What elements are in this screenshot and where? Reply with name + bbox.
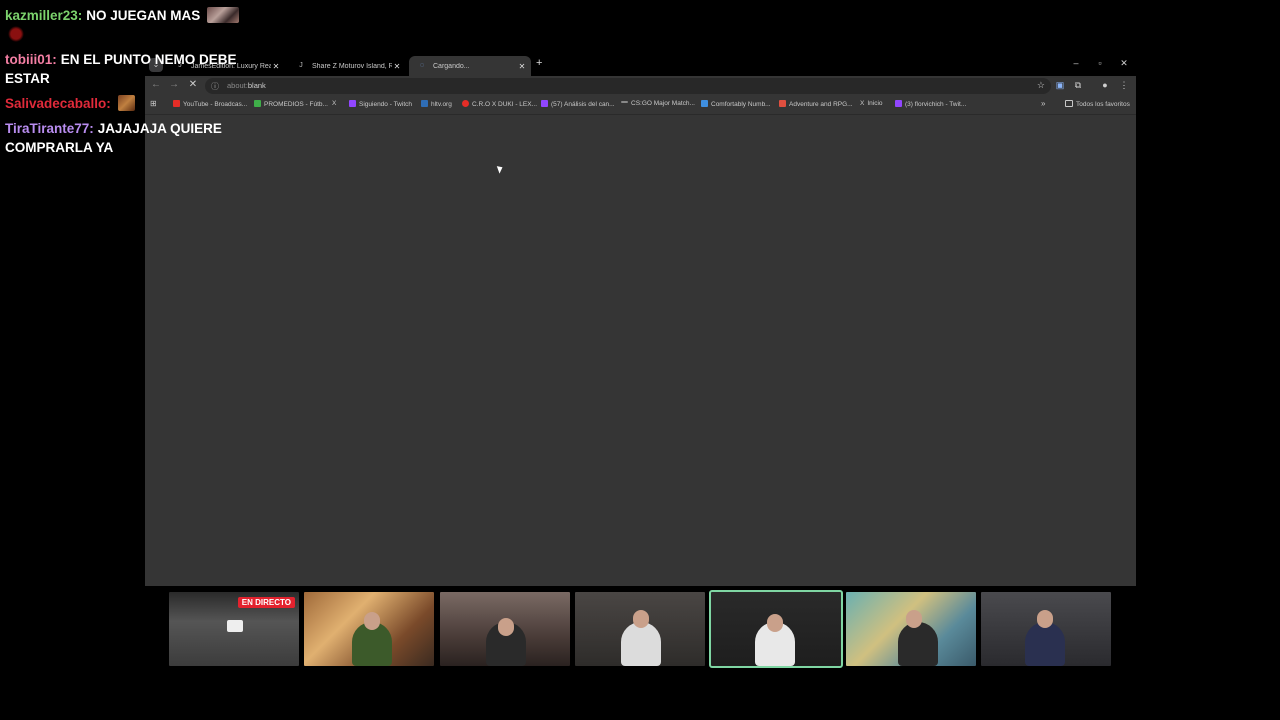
game-icon xyxy=(779,100,786,107)
bookmark-x[interactable]: X xyxy=(332,100,336,107)
bookmark-analisis[interactable]: (57) Análisis del can... xyxy=(541,100,615,108)
meme-emote-icon xyxy=(117,95,135,111)
close-tab-icon[interactable]: ✕ xyxy=(517,62,527,71)
csgo-icon xyxy=(621,101,628,103)
stream-thumbnail[interactable] xyxy=(846,592,976,666)
chat-overlay: kazmiller23: NO JUEGAN MAS tobiii01: EN EL… xyxy=(5,6,245,163)
close-window-icon[interactable]: ✕ xyxy=(1118,58,1130,69)
x-logo-icon: X xyxy=(860,100,865,107)
chat-username: Salivadecaballo: xyxy=(5,96,111,111)
chat-username: tobiii01: xyxy=(5,52,57,67)
stream-thumbnail-active[interactable] xyxy=(709,590,843,668)
meme-emote-icon xyxy=(207,7,240,23)
maximize-icon[interactable]: ▫ xyxy=(1094,58,1106,68)
stream-thumbnails: EN DIRECTO xyxy=(169,590,1114,668)
browser-window: ⌄ J JamesEdition: Luxury Real Estat ✕ J … xyxy=(145,54,1136,586)
bookmark-hltv[interactable]: hltv.org xyxy=(421,100,452,108)
streamer-head xyxy=(633,610,649,628)
stream-thumbnail[interactable] xyxy=(981,592,1111,666)
close-tab-icon[interactable]: ✕ xyxy=(392,62,402,71)
browser-toolbar: ← → ✕ ⓘ about:blank ☆ ▣ ⧉ ● ⋮ xyxy=(145,76,1136,96)
close-tab-icon[interactable]: ✕ xyxy=(271,62,281,71)
address-bar[interactable]: ⓘ about:blank ☆ xyxy=(205,78,1051,94)
tab-strip: ⌄ J JamesEdition: Luxury Real Estat ✕ J … xyxy=(145,54,1136,76)
stream-thumbnail[interactable] xyxy=(575,592,705,666)
chat-message: TiraTirante77: JAJAJAJA QUIERE COMPRARLA … xyxy=(5,119,245,157)
music-icon xyxy=(701,100,708,107)
twitch-icon xyxy=(895,100,902,107)
bookmark-star-icon[interactable]: ☆ xyxy=(1037,80,1045,91)
stream-thumbnail[interactable] xyxy=(440,592,570,666)
extension-icon[interactable]: ▣ xyxy=(1054,80,1066,91)
new-tab-button[interactable]: + xyxy=(536,57,542,69)
tab-loading[interactable]: ◌ Cargando... ✕ xyxy=(409,56,531,76)
x-logo-icon: X xyxy=(332,100,337,107)
streamer-avatar xyxy=(621,622,661,666)
minimize-icon[interactable]: – xyxy=(1070,58,1082,68)
bookmark-adventure-rpg[interactable]: Adventure and RPG... xyxy=(779,100,853,108)
stream-thumbnail[interactable] xyxy=(304,592,434,666)
chat-message: Salivadecaballo: xyxy=(5,94,245,113)
streamer-head xyxy=(498,618,514,636)
bookmarks-bar: ⊞ YouTube - Broadcas... PROMEDIOS - Fútb… xyxy=(145,96,1136,115)
profile-avatar-icon[interactable]: ● xyxy=(1099,80,1111,90)
bookmark-cro-duki[interactable]: C.R.O X DUKI - LEX... xyxy=(462,100,537,108)
streamer-avatar xyxy=(1025,622,1065,666)
spinner-icon: ◌ xyxy=(419,62,425,69)
tab-title: Share Z Moturov Island, Russell xyxy=(312,62,392,70)
all-bookmarks-folder[interactable]: Todos los favoritos xyxy=(1065,100,1130,108)
twitch-icon xyxy=(349,100,356,107)
play-icon xyxy=(227,620,243,632)
menu-kebab-icon[interactable]: ⋮ xyxy=(1118,80,1130,91)
bookmark-comfortably-numb[interactable]: Comfortably Numb... xyxy=(701,100,771,108)
extensions-puzzle-icon[interactable]: ⧉ xyxy=(1072,80,1084,91)
hltv-icon xyxy=(421,100,428,107)
bookmark-siguiendo-twitch[interactable]: Siguiendo - Twitch xyxy=(349,100,412,108)
stream-thumbnail[interactable]: EN DIRECTO xyxy=(169,592,299,666)
streamer-head xyxy=(1037,610,1053,628)
more-bookmarks-icon[interactable]: » xyxy=(1041,99,1045,108)
bookmark-csgo-major[interactable]: CS:GO Major Match... xyxy=(621,100,695,107)
folder-icon xyxy=(1065,100,1073,107)
live-badge: EN DIRECTO xyxy=(237,597,295,608)
promedios-icon xyxy=(254,100,261,107)
red-emote-icon xyxy=(8,26,24,42)
page-content[interactable] xyxy=(145,115,1136,586)
chat-username: TiraTirante77: xyxy=(5,121,94,136)
chat-text: NO JUEGAN MAS xyxy=(86,8,201,23)
chat-message: tobiii01: EN EL PUNTO NEMO DEBE ESTAR xyxy=(5,50,245,88)
bookmark-florvichich[interactable]: (3) florvichich - Twit... xyxy=(895,100,966,108)
streamer-head xyxy=(906,610,922,628)
youtube-icon xyxy=(462,100,469,107)
streamer-head xyxy=(364,612,380,630)
chat-message: kazmiller23: NO JUEGAN MAS xyxy=(5,6,245,44)
tab-favicon-icon: J xyxy=(299,62,303,69)
tab-share-island[interactable]: J Share Z Moturov Island, Russell ✕ xyxy=(288,56,406,76)
bookmark-promedios[interactable]: PROMEDIOS - Fútb... xyxy=(254,100,328,108)
streamer-avatar xyxy=(898,622,938,666)
twitch-icon xyxy=(541,100,548,107)
chat-username: kazmiller23: xyxy=(5,8,83,23)
streamer-head xyxy=(767,614,783,632)
mouse-cursor-icon xyxy=(496,164,505,174)
tab-title: Cargando... xyxy=(433,62,470,70)
bookmark-inicio[interactable]: X Inicio xyxy=(860,100,883,107)
